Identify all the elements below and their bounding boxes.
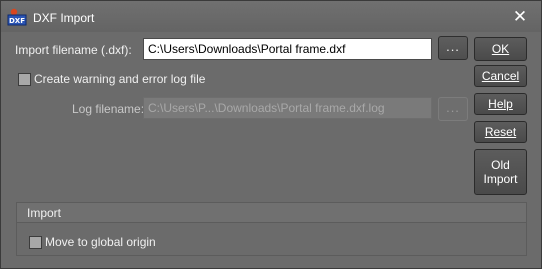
import-filename-label: Import filename (.dxf): [15, 43, 132, 57]
create-log-checkbox[interactable] [18, 73, 31, 86]
import-filename-input[interactable] [143, 38, 432, 60]
move-to-origin-label: Move to global origin [45, 235, 156, 249]
import-browse-button[interactable]: ... [438, 36, 468, 60]
ok-button-label: OK [491, 42, 510, 56]
help-button[interactable]: Help [474, 93, 527, 115]
cancel-button[interactable]: Cancel [474, 65, 527, 87]
dxf-import-dialog: DXF DXF Import ✕ Import filename (.dxf):… [0, 0, 542, 269]
log-filename-input[interactable] [143, 97, 432, 119]
old-import-button[interactable]: Old Import [474, 149, 527, 195]
import-group: Import Move to global origin [16, 202, 527, 256]
old-import-line2: Import [483, 172, 518, 186]
title-bar: DXF DXF Import ✕ [1, 1, 541, 32]
dxf-file-icon: DXF [7, 8, 27, 26]
create-log-label: Create warning and error log file [34, 72, 206, 86]
cancel-button-label: Cancel [481, 69, 520, 83]
dxf-icon-text: DXF [9, 17, 25, 25]
old-import-line1: Old [491, 158, 510, 172]
close-icon[interactable]: ✕ [511, 8, 529, 26]
log-filename-label: Log filename: [72, 102, 145, 116]
move-to-origin-checkbox[interactable] [29, 236, 42, 249]
help-button-label: Help [488, 97, 513, 111]
ok-button[interactable]: OK [474, 37, 527, 61]
import-group-header: Import [17, 203, 526, 223]
import-group-title: Import [27, 206, 62, 220]
window-title: DXF Import [33, 11, 95, 25]
log-browse-button[interactable]: ... [438, 97, 468, 121]
reset-button-label: Reset [484, 125, 517, 139]
reset-button[interactable]: Reset [474, 121, 527, 143]
